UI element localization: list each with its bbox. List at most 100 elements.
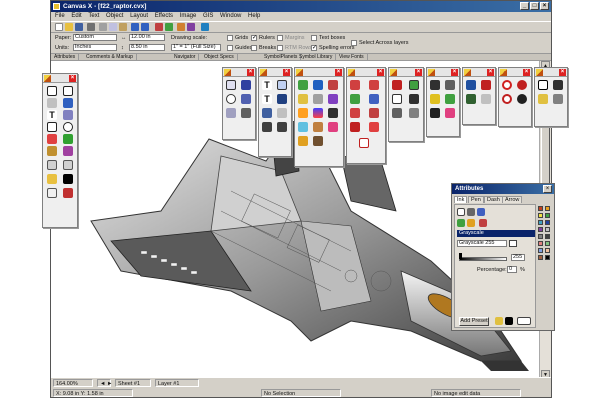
- scale-icon[interactable]: [350, 94, 360, 104]
- text-box-icon[interactable]: [277, 80, 287, 90]
- marquee-icon[interactable]: [553, 80, 563, 90]
- color-model-icon[interactable]: [457, 219, 465, 227]
- bucket-icon[interactable]: [298, 136, 308, 146]
- pattern-icon[interactable]: [467, 208, 475, 216]
- slider-value-field[interactable]: 255: [511, 254, 525, 261]
- color-swatch[interactable]: [545, 255, 550, 260]
- skew-icon[interactable]: [369, 80, 379, 90]
- dock-tab-comments[interactable]: Comments & Markup: [83, 54, 137, 61]
- dodge-icon[interactable]: [298, 122, 308, 132]
- layer-icon[interactable]: [177, 23, 185, 31]
- marker-icon[interactable]: [328, 80, 338, 90]
- camera-icon[interactable]: [481, 80, 491, 90]
- textboxes-checkbox[interactable]: [311, 35, 317, 41]
- palette-menu-icon[interactable]: [479, 219, 487, 227]
- align-icon[interactable]: [430, 94, 440, 104]
- paste-icon[interactable]: [119, 23, 127, 31]
- cut-icon[interactable]: [99, 23, 107, 31]
- color-swatch[interactable]: [538, 234, 543, 239]
- height-field[interactable]: 8.50 in: [129, 44, 165, 51]
- ungroup-icon[interactable]: [445, 80, 455, 90]
- gradient-tool-icon[interactable]: [63, 146, 73, 156]
- gradient-fill-icon[interactable]: [477, 208, 485, 216]
- hand-icon[interactable]: [466, 80, 476, 90]
- zoom-icon[interactable]: [155, 23, 163, 31]
- text-path-icon[interactable]: T: [262, 94, 272, 104]
- new-document-icon[interactable]: [55, 23, 63, 31]
- fill-color-icon[interactable]: [63, 174, 73, 184]
- flip-icon[interactable]: [369, 94, 379, 104]
- table-icon[interactable]: [277, 122, 287, 132]
- menu-object[interactable]: Object: [106, 12, 123, 21]
- paper-select[interactable]: Custom: [73, 34, 117, 41]
- smooth-path-icon[interactable]: [409, 108, 419, 118]
- menu-file[interactable]: File: [55, 12, 65, 21]
- units-select[interactable]: Inches: [73, 44, 117, 51]
- split-path-icon[interactable]: [409, 94, 419, 104]
- add-preset-button[interactable]: Add Preset: [459, 317, 489, 326]
- eyedrop-icon[interactable]: [467, 219, 475, 227]
- menu-edit[interactable]: Edit: [71, 12, 81, 21]
- extrude-icon[interactable]: [502, 94, 512, 104]
- palette-close-icon[interactable]: ×: [283, 69, 290, 76]
- select-arrow-icon[interactable]: [538, 80, 548, 90]
- brush-tool-icon[interactable]: [47, 134, 57, 144]
- dash-style-icon[interactable]: [63, 160, 73, 170]
- color-swatch[interactable]: [545, 241, 550, 246]
- color-swatch[interactable]: [538, 227, 543, 232]
- save-icon[interactable]: [75, 23, 83, 31]
- send-back-icon[interactable]: [445, 108, 455, 118]
- zoom-out-icon[interactable]: [481, 94, 491, 104]
- sheet-select[interactable]: Sheet #1: [115, 379, 151, 387]
- preset-pen-icon[interactable]: [495, 317, 503, 325]
- distribute-icon[interactable]: [445, 94, 455, 104]
- layer-select[interactable]: Layer #1: [155, 379, 199, 387]
- palette-close-icon[interactable]: ×: [247, 69, 254, 76]
- undo-icon[interactable]: [131, 23, 139, 31]
- color-swatch[interactable]: [538, 248, 543, 253]
- airbrush-icon[interactable]: [313, 80, 323, 90]
- color-swatch[interactable]: [545, 227, 550, 232]
- grayscale-slider[interactable]: [459, 257, 507, 261]
- zoom-tool-icon[interactable]: [63, 110, 73, 120]
- eraser-icon[interactable]: [298, 108, 308, 118]
- menu-gis[interactable]: GIS: [203, 12, 213, 21]
- attributes-close-button[interactable]: ×: [543, 185, 552, 193]
- texture-icon[interactable]: [313, 136, 323, 146]
- text-column-icon[interactable]: [277, 94, 287, 104]
- tab-arrow[interactable]: Arrow: [502, 196, 523, 203]
- menu-effects[interactable]: Effects: [155, 12, 173, 21]
- copy-icon[interactable]: [109, 23, 117, 31]
- tab-dash[interactable]: Dash: [484, 196, 503, 203]
- bezier-tool-icon[interactable]: [226, 108, 236, 118]
- shadow-icon[interactable]: [517, 80, 527, 90]
- dock-tab-attributes[interactable]: Attributes: [51, 54, 80, 61]
- palette-close-icon[interactable]: ×: [487, 69, 494, 76]
- rotate-icon[interactable]: [350, 80, 360, 90]
- dock-tab-symbol-library[interactable]: Symbol Library: [296, 54, 337, 61]
- stroke-color-icon[interactable]: [47, 188, 57, 198]
- drawing-scale-select[interactable]: 1" = 1" (Full Size): [171, 44, 221, 51]
- rectangle-tool-icon[interactable]: [47, 122, 57, 132]
- arc-tool-icon[interactable]: [226, 94, 236, 104]
- breaks-checkbox[interactable]: [251, 45, 257, 51]
- spiral-tool-icon[interactable]: [241, 94, 251, 104]
- rulers-checkbox[interactable]: [251, 34, 257, 41]
- menu-window[interactable]: Window: [220, 12, 241, 21]
- select-layers-checkbox[interactable]: [351, 40, 357, 46]
- open-folder-icon[interactable]: [65, 23, 73, 31]
- margins-checkbox[interactable]: [277, 35, 283, 41]
- line-weight-icon[interactable]: [47, 160, 57, 170]
- spelling-checkbox[interactable]: [311, 44, 317, 51]
- pen-tool-icon[interactable]: [63, 98, 73, 108]
- ellipse-tool-icon[interactable]: [63, 122, 73, 132]
- color-swatch[interactable]: [545, 213, 550, 218]
- smudge-icon[interactable]: [313, 94, 323, 104]
- redo-icon[interactable]: [141, 23, 149, 31]
- menu-help[interactable]: Help: [248, 12, 260, 21]
- rows-checkbox[interactable]: [277, 45, 283, 51]
- dock-tab-navigator[interactable]: Navigator: [171, 54, 200, 61]
- node-add-icon[interactable]: [392, 80, 402, 90]
- text-tool-icon[interactable]: T: [47, 110, 57, 120]
- arrow-tool-icon[interactable]: [47, 86, 57, 96]
